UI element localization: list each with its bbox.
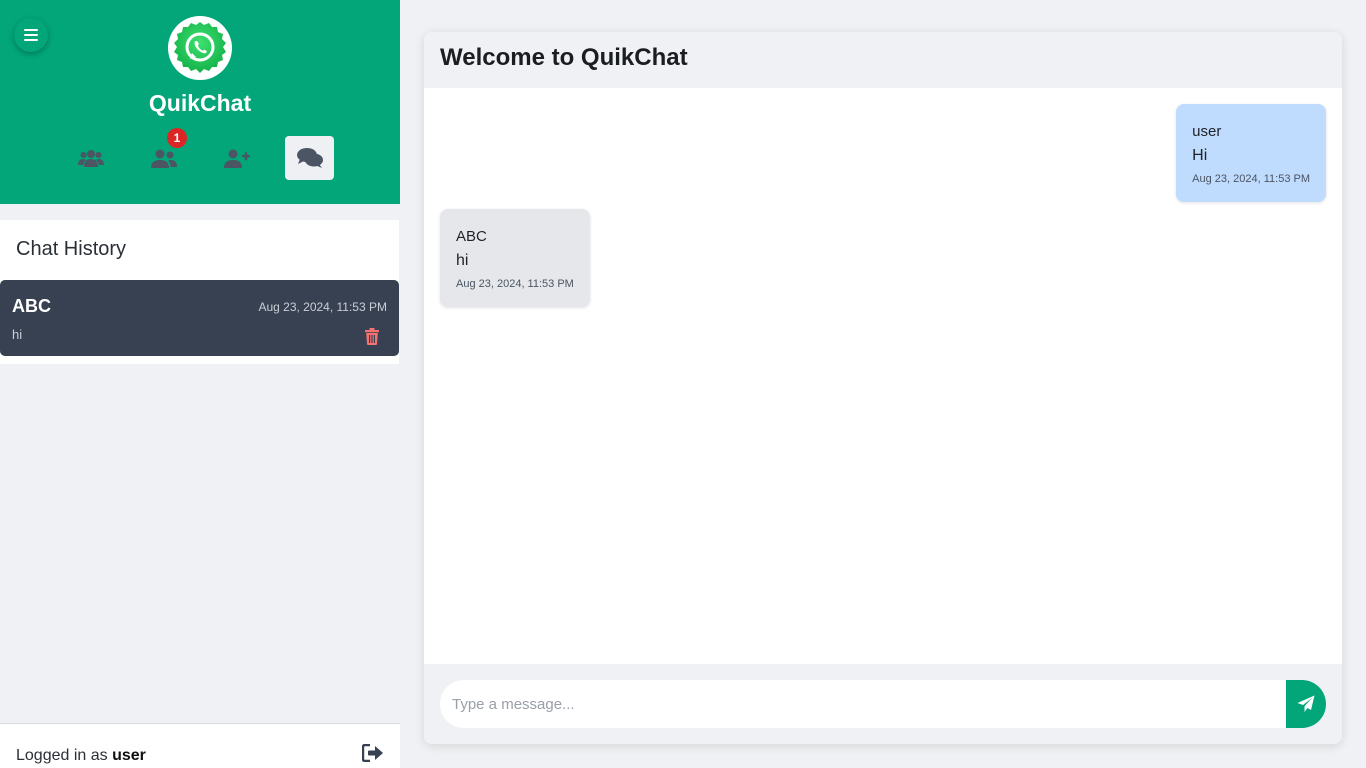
message-list: user Hi Aug 23, 2024, 11:53 PM ABC hi Au…: [424, 88, 1342, 664]
chat-history-title: Chat History: [16, 238, 127, 260]
sidebar-nav: 1: [0, 128, 400, 180]
message-sender: user: [1192, 123, 1222, 140]
message-bubble-sent: user Hi Aug 23, 2024, 11:53 PM: [1176, 104, 1326, 202]
app-title: QuikChat: [148, 90, 252, 116]
message-composer: [424, 664, 1342, 744]
friends-icon: [150, 149, 177, 168]
chat-item-time: Aug 23, 2024, 11:53 PM: [258, 300, 387, 314]
message-bubble-received: ABC hi Aug 23, 2024, 11:53 PM: [440, 209, 590, 307]
whatsapp-logo-icon: [174, 22, 226, 73]
send-button[interactable]: [1286, 680, 1326, 728]
paper-plane-icon: [1297, 695, 1315, 712]
chat-item-last-message: hi: [12, 327, 23, 342]
message-sender: ABC: [456, 228, 487, 245]
message-text: Hi: [1192, 147, 1208, 164]
nav-add-user-button[interactable]: [212, 136, 261, 180]
message-text: hi: [456, 252, 469, 269]
add-user-icon: [223, 149, 250, 168]
message-input[interactable]: [440, 680, 1286, 728]
sidebar-header: QuikChat 1: [0, 0, 400, 204]
sidebar: QuikChat 1 Chat History ABC Aug 23, 2024…: [0, 0, 400, 768]
users-group-icon: [77, 150, 104, 167]
menu-button[interactable]: [14, 18, 48, 52]
nav-chats-button[interactable]: [285, 136, 334, 180]
chat-title: Welcome to QuikChat: [440, 44, 688, 71]
delete-chat-button[interactable]: [363, 326, 381, 346]
hamburger-icon: [24, 29, 38, 41]
chat-item-name: ABC: [12, 296, 51, 316]
logged-in-status: Logged in as user: [16, 747, 146, 765]
friend-requests-badge: 1: [167, 128, 187, 148]
logged-in-prefix: Logged in as: [16, 747, 108, 764]
logout-button[interactable]: [361, 743, 384, 764]
app-logo: [168, 16, 232, 80]
nav-friends-button[interactable]: 1: [139, 128, 188, 180]
chat-header: Welcome to QuikChat: [424, 32, 1342, 88]
chat-window: Welcome to QuikChat user Hi Aug 23, 2024…: [424, 32, 1342, 744]
message-time: Aug 23, 2024, 11:53 PM: [456, 278, 574, 290]
trash-icon: [365, 327, 379, 345]
chat-history-item[interactable]: ABC Aug 23, 2024, 11:53 PM hi: [0, 280, 399, 356]
sidebar-footer: Logged in as user: [0, 723, 400, 768]
nav-groups-button[interactable]: [66, 136, 115, 180]
chats-icon: [296, 148, 323, 168]
chat-history-panel: Chat History ABC Aug 23, 2024, 11:53 PM …: [0, 220, 399, 364]
logged-in-username: user: [112, 747, 146, 764]
sign-out-icon: [361, 743, 383, 763]
message-time: Aug 23, 2024, 11:53 PM: [1192, 173, 1310, 185]
